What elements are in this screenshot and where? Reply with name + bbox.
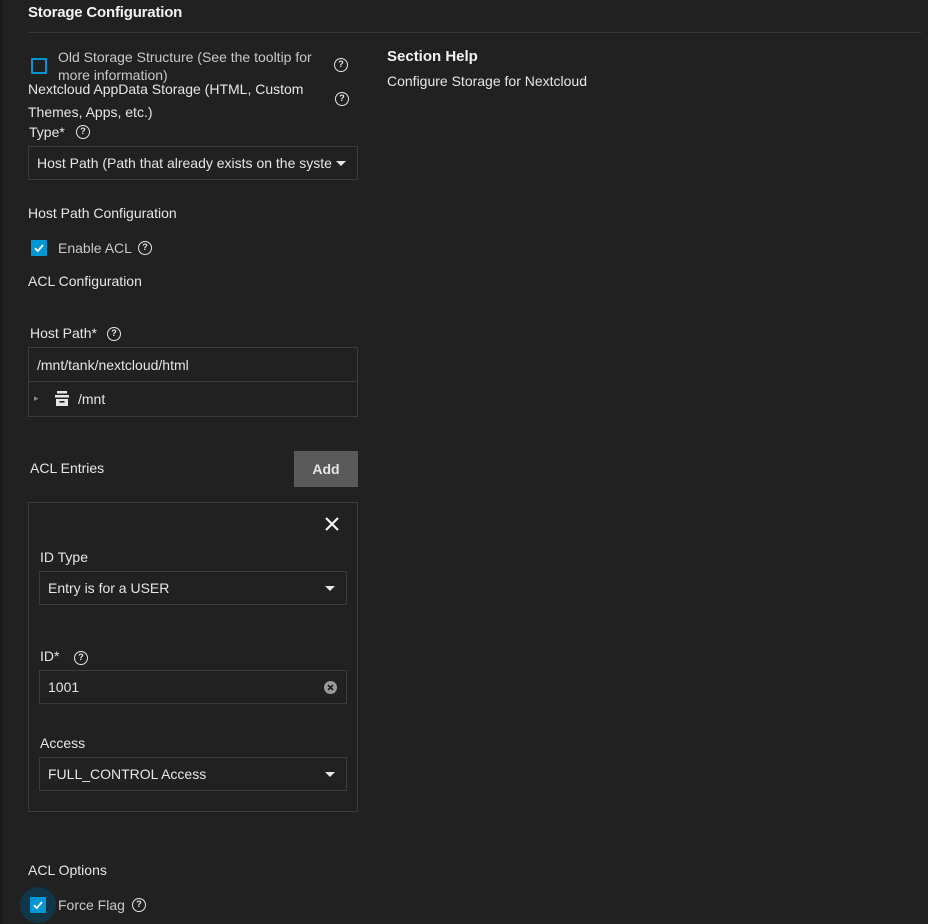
dataset-icon (53, 390, 71, 408)
id-input[interactable]: 1001 (39, 670, 347, 704)
host-path-label: Host Path* (30, 325, 97, 341)
help-title: Section Help (387, 48, 478, 65)
help-circle-icon[interactable]: ? (76, 125, 90, 139)
type-select[interactable]: Host Path (Path that already exists on t… (28, 146, 358, 180)
acl-config-heading: ACL Configuration (28, 273, 142, 289)
type-required-mark: * (59, 124, 65, 140)
host-path-input[interactable]: /mnt/tank/nextcloud/html (37, 357, 189, 373)
help-circle-icon[interactable]: ? (334, 58, 348, 72)
appdata-label-line1: Nextcloud AppData Storage (HTML, Custom (28, 81, 304, 97)
enable-acl-label: Enable ACL (58, 240, 132, 256)
access-value: FULL_CONTROL Access (48, 766, 207, 782)
type-label: Type* (29, 124, 65, 140)
help-circle-icon[interactable]: ? (74, 651, 88, 665)
id-type-label: ID Type (40, 549, 88, 565)
acl-entries-heading: ACL Entries (30, 460, 105, 476)
host-path-required-mark: * (91, 325, 97, 341)
help-circle-icon[interactable]: ? (138, 241, 152, 255)
host-path-label-text: Host Path (30, 325, 92, 341)
old-storage-label-line1: Old Storage Structure (See the tooltip f… (58, 49, 312, 65)
appdata-storage-label: Nextcloud AppData Storage (HTML, Custom … (28, 78, 303, 124)
appdata-label-line2: Themes, Apps, etc.) (28, 104, 153, 120)
force-flag-label: Force Flag (58, 897, 125, 913)
id-type-select[interactable]: Entry is for a USER (39, 571, 347, 605)
id-type-value: Entry is for a USER (48, 580, 170, 596)
access-select[interactable]: FULL_CONTROL Access (39, 757, 347, 791)
acl-options-heading: ACL Options (28, 862, 107, 878)
old-storage-checkbox[interactable] (31, 58, 47, 74)
acl-entry-card: ID Type Entry is for a USER ID* ? 1001 A… (28, 502, 358, 812)
section-title: Storage Configuration (28, 4, 183, 21)
check-icon (33, 901, 43, 910)
explorer-divider (29, 381, 357, 382)
chevron-down-icon (325, 772, 335, 777)
id-required-mark: * (54, 648, 60, 664)
add-acl-entry-button[interactable]: Add (294, 451, 358, 487)
help-circle-icon[interactable]: ? (335, 92, 349, 106)
help-text: Configure Storage for Nextcloud (387, 73, 587, 89)
help-circle-icon[interactable]: ? (107, 327, 121, 341)
id-input-value: 1001 (48, 679, 80, 695)
id-label: ID* (40, 648, 59, 664)
section-divider (28, 32, 921, 33)
force-flag-checkbox[interactable] (30, 897, 46, 913)
clear-input-icon[interactable] (324, 681, 337, 694)
host-path-explorer: /mnt/tank/nextcloud/html ▸ /mnt (28, 347, 358, 417)
id-label-text: ID (40, 648, 54, 664)
type-label-text: Type (29, 124, 60, 140)
close-icon[interactable] (323, 515, 341, 533)
type-select-value: Host Path (Path that already exists on t… (37, 155, 332, 171)
tree-node-mnt[interactable]: /mnt (78, 391, 105, 407)
host-path-config-heading: Host Path Configuration (28, 205, 177, 221)
tree-expand-icon[interactable]: ▸ (34, 393, 39, 404)
chevron-down-icon (325, 586, 335, 591)
help-circle-icon[interactable]: ? (132, 898, 146, 912)
access-label: Access (40, 735, 86, 751)
enable-acl-checkbox[interactable] (31, 240, 47, 256)
check-icon (34, 244, 44, 253)
chevron-down-icon (336, 161, 346, 166)
page-left-edge (0, 0, 3, 924)
